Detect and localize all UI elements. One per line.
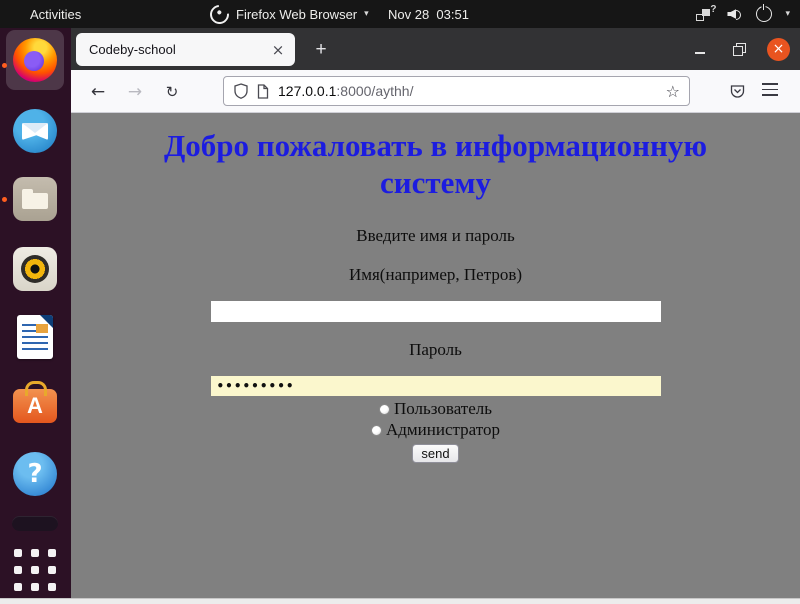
tray-chevron-down-icon: ▾ [785, 9, 790, 19]
password-input[interactable] [211, 376, 661, 396]
app-menu-label: Firefox Web Browser [236, 7, 357, 22]
ubuntu-software-icon: A [13, 389, 57, 423]
desktop-bottom-strip [0, 598, 800, 604]
menu-hamburger-icon[interactable] [762, 83, 778, 96]
dock-item-help[interactable]: ? [11, 450, 59, 498]
pocket-icon[interactable] [726, 80, 748, 102]
new-tab-button[interactable]: + [307, 36, 335, 64]
back-button[interactable]: ← [83, 77, 113, 107]
screen: Activities Firefox Web Browser ▾ Nov 28 … [0, 0, 800, 604]
system-tray[interactable]: ? ▾ [696, 0, 790, 28]
dock-item-ubuntu-software[interactable]: A [11, 378, 59, 426]
dock: A ? [0, 28, 71, 598]
url-domain: 127.0.0.1 [278, 83, 336, 99]
role-option-admin[interactable]: Администратор [71, 421, 800, 439]
libreoffice-writer-icon [17, 315, 53, 359]
dock-item-libreoffice-writer[interactable] [11, 313, 59, 361]
partial-dark-icon [12, 516, 58, 531]
reload-button[interactable]: ↻ [157, 77, 187, 107]
files-folder-icon [13, 177, 57, 221]
help-question-icon: ? [13, 452, 57, 496]
page-info-icon[interactable] [257, 84, 269, 99]
minimize-button[interactable] [687, 36, 713, 62]
name-input[interactable] [211, 301, 661, 322]
password-label: Пароль [71, 340, 800, 360]
role-option-user[interactable]: Пользователь [71, 400, 800, 418]
rhythmbox-speaker-icon [13, 247, 57, 291]
running-indicator-files [2, 197, 7, 202]
app-menu[interactable]: Firefox Web Browser ▾ [210, 0, 369, 28]
url-bar[interactable]: 127.0.0.1:8000/aythh/ ☆ [223, 76, 690, 106]
chevron-down-icon: ▾ [364, 9, 369, 19]
volume-icon [727, 7, 743, 21]
bookmark-star-icon[interactable]: ☆ [666, 82, 680, 101]
send-button[interactable]: send [412, 444, 458, 463]
dock-item-app-grid[interactable] [11, 544, 59, 596]
url-text[interactable]: 127.0.0.1:8000/aythh/ [278, 83, 666, 99]
dock-item-files[interactable] [11, 175, 59, 223]
forward-button[interactable]: → [120, 77, 150, 107]
app-grid-icon [14, 549, 56, 591]
url-path: :8000/aythh/ [336, 83, 413, 99]
firefox-window: Codeby-school × + × ← → ↻ [71, 28, 800, 598]
dock-item-firefox[interactable] [11, 36, 59, 84]
clock[interactable]: Nov 28 03:51 [388, 0, 469, 28]
tab-codeby-school[interactable]: Codeby-school × [76, 33, 295, 66]
dock-item-thunderbird[interactable] [11, 107, 59, 155]
tab-title: Codeby-school [76, 42, 266, 57]
radio-admin[interactable] [371, 425, 382, 436]
radio-user-label: Пользователь [394, 399, 492, 419]
dock-item-partial[interactable] [11, 515, 59, 531]
tab-close-icon[interactable]: × [266, 38, 290, 62]
system-top-bar: Activities Firefox Web Browser ▾ Nov 28 … [0, 0, 800, 28]
web-page: Добро пожаловать в информационную систем… [71, 113, 800, 598]
name-label: Имя(например, Петров) [71, 265, 800, 285]
page-title: Добро пожаловать в информационную систем… [126, 127, 746, 201]
running-indicator-firefox [2, 63, 7, 68]
network-icon: ? [696, 7, 714, 21]
firefox-icon [13, 38, 57, 82]
tab-bar: Codeby-school × + × [71, 28, 800, 70]
activities-button[interactable]: Activities [30, 0, 81, 28]
shield-icon [234, 83, 248, 99]
intro-text: Введите имя и пароль [71, 226, 800, 246]
window-controls: × [687, 28, 800, 70]
thunderbird-icon [13, 109, 57, 153]
radio-admin-label: Администратор [386, 420, 500, 440]
radio-user[interactable] [379, 404, 390, 415]
restore-button[interactable] [727, 36, 753, 62]
firefox-mini-icon [206, 1, 233, 28]
power-icon [756, 6, 772, 22]
dock-item-rhythmbox[interactable] [11, 245, 59, 293]
navigation-toolbar: ← → ↻ 127.0.0.1:8000/aythh/ ☆ [71, 70, 800, 113]
close-button[interactable]: × [767, 38, 790, 61]
